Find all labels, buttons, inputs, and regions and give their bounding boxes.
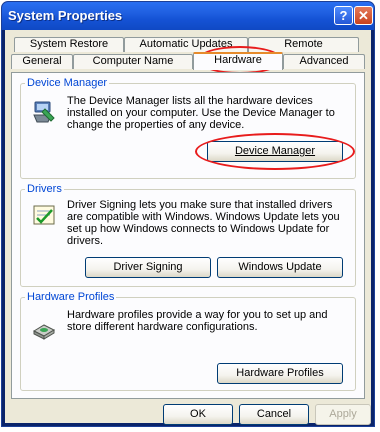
hardware-tab-panel: Device Manager The Device Manager lists … [11,72,365,399]
tab-automatic-updates[interactable]: Automatic Updates [124,37,248,52]
tab-remote[interactable]: Remote [248,37,359,52]
hardware-profiles-button-label: Hardware Profiles [236,367,324,379]
drivers-description: Driver Signing lets you make sure that i… [67,199,340,247]
driver-signing-icon [31,203,57,229]
close-button[interactable]: ✕ [354,6,373,25]
drivers-group: Drivers Driver Signing lets you make sur… [20,183,356,287]
device-manager-description: The Device Manager lists all the hardwar… [67,95,335,131]
ok-button-label: OK [190,408,206,420]
system-properties-window: System Properties ? ✕ System Restore Aut… [1,1,375,427]
device-manager-button-label: Device Manager [234,145,316,157]
tab-row-back: System Restore Automatic Updates Remote [5,37,371,53]
hardware-profiles-button[interactable]: Hardware Profiles [217,363,343,384]
tab-general[interactable]: General [11,54,73,69]
cancel-button-label: Cancel [256,408,292,420]
driver-signing-button-label: Driver Signing [113,261,183,273]
windows-update-button[interactable]: Windows Update [217,257,343,278]
device-manager-icon [31,99,57,125]
help-button[interactable]: ? [334,6,353,25]
hardware-profiles-group: Hardware Profiles Hardware profiles prov… [20,291,356,391]
tab-row-front: General Computer Name Hardware Advanced [5,52,371,70]
hardware-profiles-description: Hardware profiles provide a way for you … [67,309,328,333]
hardware-profiles-icon [31,315,57,341]
window-title: System Properties [8,8,123,23]
dialog-client-area: System Restore Automatic Updates Remote … [5,30,371,425]
device-manager-button[interactable]: Device Manager [207,141,343,162]
cancel-button[interactable]: Cancel [239,404,309,425]
ok-button[interactable]: OK [163,404,233,425]
hardware-profiles-legend: Hardware Profiles [27,291,115,303]
driver-signing-button[interactable]: Driver Signing [85,257,211,278]
tab-hardware[interactable]: Hardware [193,52,283,70]
drivers-legend: Drivers [27,183,62,195]
device-manager-group: Device Manager The Device Manager lists … [20,77,356,179]
windows-update-button-label: Windows Update [238,261,322,273]
apply-button-label: Apply [329,408,357,420]
apply-button[interactable]: Apply [315,404,371,425]
tab-advanced[interactable]: Advanced [283,54,365,69]
device-manager-legend: Device Manager [27,77,108,89]
tab-system-restore[interactable]: System Restore [14,37,124,52]
title-bar[interactable]: System Properties ? ✕ [2,2,374,30]
tab-computer-name[interactable]: Computer Name [73,54,193,69]
